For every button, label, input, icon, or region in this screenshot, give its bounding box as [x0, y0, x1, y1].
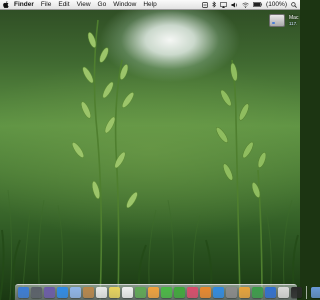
dock-facetime-icon[interactable]	[174, 287, 185, 298]
battery-percent: (100%)	[266, 0, 287, 8]
dock-mail-icon[interactable]	[70, 287, 81, 298]
dock-photos-icon[interactable]	[148, 287, 159, 298]
menu-finder[interactable]: Finder	[14, 0, 34, 10]
menu-edit[interactable]: Edit	[58, 0, 69, 10]
volume-icon[interactable]	[231, 0, 238, 10]
dock-contacts-icon[interactable]	[83, 287, 94, 298]
desktop-wallpaper	[0, 0, 300, 300]
dock-terminal-icon[interactable]	[291, 287, 302, 298]
dock-downloads-stack-icon[interactable]	[311, 287, 320, 298]
dock-numbers-icon[interactable]	[252, 287, 263, 298]
dock-keynote-icon[interactable]	[265, 287, 276, 298]
dock-app-store-icon[interactable]	[213, 287, 224, 298]
menu-go[interactable]: Go	[98, 0, 107, 10]
dock-notes-icon[interactable]	[109, 287, 120, 298]
menu-file[interactable]: File	[41, 0, 51, 10]
menu-view[interactable]: View	[77, 0, 91, 10]
dock-separator	[306, 286, 307, 299]
airplay-icon[interactable]	[220, 0, 227, 10]
spotlight-icon[interactable]	[291, 0, 297, 10]
dock-mission-control-icon[interactable]	[44, 287, 55, 298]
bluetooth-icon[interactable]	[212, 0, 216, 10]
battery-icon[interactable]	[253, 0, 262, 10]
hard-drive-icon	[269, 14, 285, 27]
menu-help[interactable]: Help	[143, 0, 156, 10]
dock-system-preferences-icon[interactable]	[226, 287, 237, 298]
apple-icon[interactable]	[3, 1, 9, 8]
dock-pages-icon[interactable]	[239, 287, 250, 298]
grass-illustration	[0, 19, 299, 300]
dock-preview-icon[interactable]	[278, 287, 289, 298]
dock-finder-icon[interactable]	[18, 287, 29, 298]
status-menus: (100%)	[202, 0, 300, 10]
wifi-icon[interactable]	[242, 0, 249, 10]
desktop-disk-icon[interactable]: Mac 117.	[266, 14, 300, 44]
dock	[15, 284, 320, 300]
dock-maps-icon[interactable]	[135, 287, 146, 298]
menu-window[interactable]: Window	[113, 0, 136, 10]
dock-itunes-icon[interactable]	[187, 287, 198, 298]
dock-ibooks-icon[interactable]	[200, 287, 211, 298]
dock-launchpad-icon[interactable]	[31, 287, 42, 298]
dock-reminders-icon[interactable]	[122, 287, 133, 298]
dock-calendar-icon[interactable]	[96, 287, 107, 298]
input-menu-icon[interactable]	[202, 0, 208, 10]
menu-bar: Finder File Edit View Go Window Help (10…	[0, 0, 300, 10]
disk-subtitle: 117.	[289, 21, 298, 26]
dock-messages-icon[interactable]	[161, 287, 172, 298]
dock-safari-icon[interactable]	[57, 287, 68, 298]
